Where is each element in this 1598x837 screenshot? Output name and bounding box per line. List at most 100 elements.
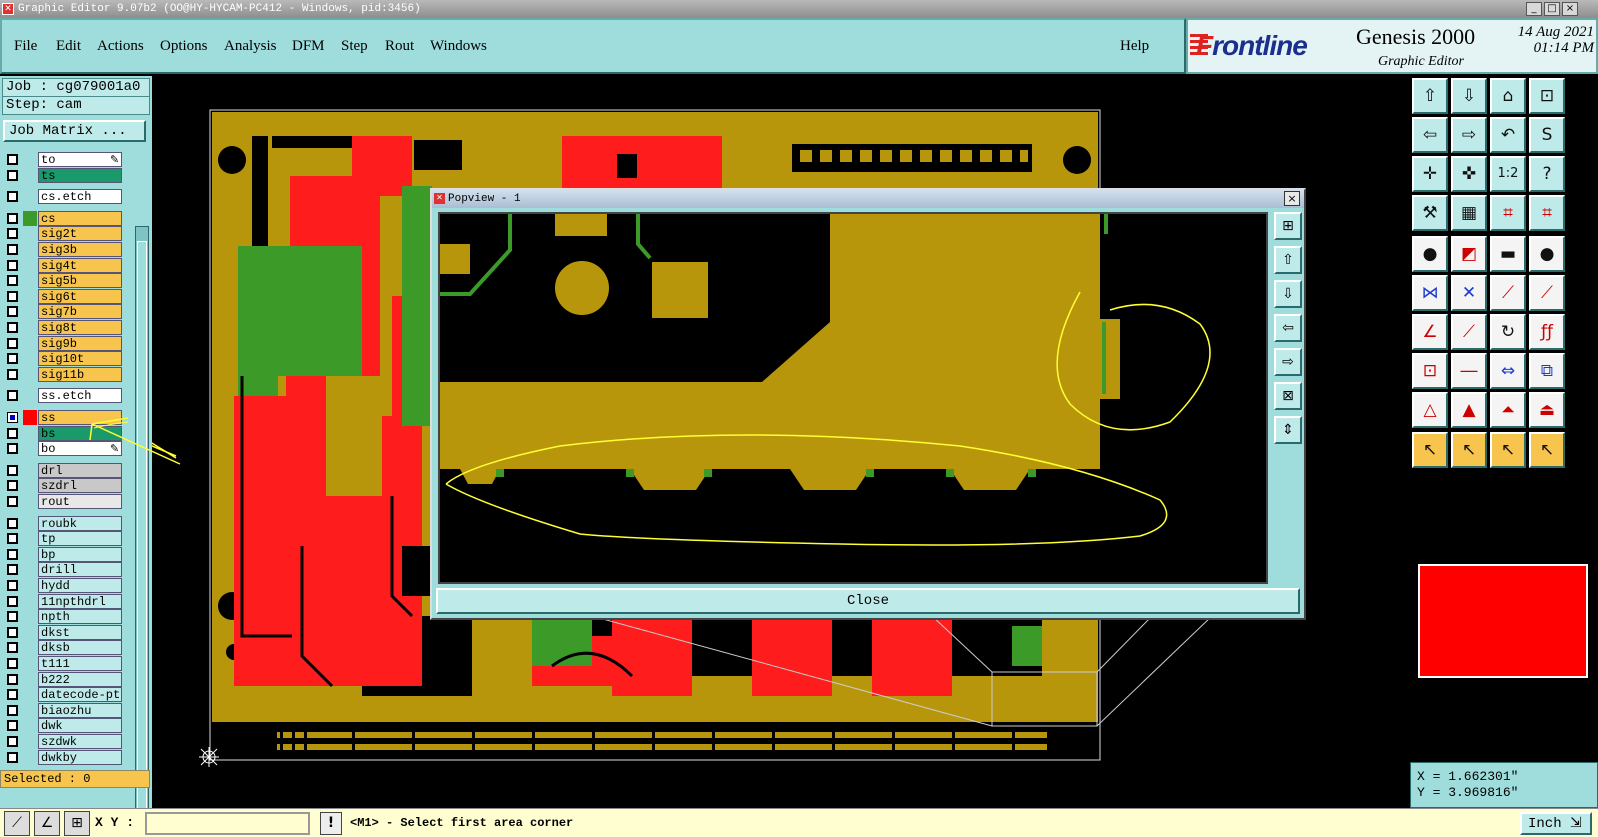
menu-edit[interactable]: Edit bbox=[56, 38, 81, 55]
layer-row[interactable]: sig7b bbox=[4, 304, 122, 319]
layer-checkbox[interactable] bbox=[7, 322, 18, 333]
layer-checkbox[interactable] bbox=[7, 213, 18, 224]
rotate-icon[interactable]: ↻ bbox=[1490, 314, 1526, 350]
layer-row[interactable]: szdwk bbox=[4, 734, 122, 749]
layer-checkbox[interactable] bbox=[7, 658, 18, 669]
layer-name[interactable]: sig7b bbox=[38, 304, 122, 319]
popview-close-button[interactable]: Close bbox=[436, 588, 1300, 614]
maximize-button[interactable]: □ bbox=[1544, 2, 1560, 16]
layer-row[interactable]: cs.etch bbox=[4, 189, 122, 204]
popview-zoom-in-icon[interactable]: ⊞ bbox=[1274, 212, 1302, 240]
job-matrix-button[interactable]: Job Matrix ... bbox=[3, 120, 146, 142]
layer-row[interactable]: tp bbox=[4, 531, 122, 546]
layer-name[interactable]: rout bbox=[38, 494, 122, 509]
layer-scrollbar-thumb[interactable] bbox=[137, 241, 147, 829]
layer-name[interactable]: tp bbox=[38, 531, 122, 546]
layer-name[interactable]: sig3b bbox=[38, 242, 122, 257]
layer-name[interactable]: sig9b bbox=[38, 336, 122, 351]
menu-step[interactable]: Step bbox=[341, 38, 368, 55]
group-icon[interactable]: ⧉ bbox=[1529, 353, 1565, 389]
select-pad-icon[interactable]: ● bbox=[1412, 236, 1448, 272]
window-title-bar[interactable]: ✕ Graphic Editor 9.07b2 (OO@HY-HYCAM-PC4… bbox=[0, 0, 1598, 18]
layer-name[interactable]: ss.etch bbox=[38, 388, 122, 403]
layer-checkbox[interactable] bbox=[7, 518, 18, 529]
layer-name[interactable]: cs.etch bbox=[38, 189, 122, 204]
snap-mode-icon[interactable]: ⟋ bbox=[4, 811, 30, 836]
stretch-icon[interactable]: ⟋ bbox=[1529, 275, 1565, 311]
layer-row[interactable]: dksb bbox=[4, 640, 122, 655]
undo-view-icon[interactable]: ↶ bbox=[1490, 117, 1526, 153]
layer-row[interactable]: sig8t bbox=[4, 320, 122, 335]
layer-row[interactable]: szdrl bbox=[4, 478, 122, 493]
snap-center-icon[interactable]: ⌗ bbox=[1529, 195, 1565, 231]
layer-name[interactable]: hydd bbox=[38, 578, 122, 593]
layer-row[interactable]: bp bbox=[4, 547, 122, 562]
grid-icon[interactable]: ▦ bbox=[1451, 195, 1487, 231]
menu-actions[interactable]: Actions bbox=[97, 38, 144, 55]
pointer-box-icon[interactable]: ↖ bbox=[1451, 432, 1487, 468]
add-pad-icon[interactable]: ● bbox=[1529, 236, 1565, 272]
layer-checkbox[interactable] bbox=[7, 228, 18, 239]
home-icon[interactable]: ⌂ bbox=[1490, 78, 1526, 114]
layer-checkbox[interactable] bbox=[7, 549, 18, 560]
layer-checkbox[interactable] bbox=[7, 689, 18, 700]
diagonal-icon[interactable]: ⟋ bbox=[1451, 314, 1487, 350]
layer-row[interactable]: drill bbox=[4, 562, 122, 577]
xy-input[interactable] bbox=[145, 812, 310, 835]
popview-fit-icon[interactable]: ⇕ bbox=[1274, 416, 1302, 444]
layer-name[interactable]: dwkby bbox=[38, 750, 122, 765]
layer-name[interactable]: sig8t bbox=[38, 320, 122, 335]
layer-row[interactable]: datecode-pto bbox=[4, 687, 122, 702]
menu-file[interactable]: File bbox=[14, 38, 37, 55]
layer-checkbox[interactable] bbox=[7, 353, 18, 364]
warning-button[interactable]: ! bbox=[320, 812, 342, 835]
popview-zoom-out-icon[interactable]: ⊠ bbox=[1274, 382, 1302, 410]
layer-checkbox[interactable] bbox=[7, 752, 18, 763]
layer-row[interactable]: sig9b bbox=[4, 336, 122, 351]
layer-row[interactable]: dwkby bbox=[4, 750, 122, 765]
layer-checkbox[interactable] bbox=[7, 369, 18, 380]
layer-checkbox[interactable] bbox=[7, 306, 18, 317]
layer-row[interactable]: roubk bbox=[4, 516, 122, 531]
layer-checkbox[interactable] bbox=[7, 596, 18, 607]
layer-row[interactable]: biaozhu bbox=[4, 703, 122, 718]
layer-name[interactable]: biaozhu bbox=[38, 703, 122, 718]
layer-row[interactable]: cs bbox=[4, 211, 122, 226]
menu-dfm[interactable]: DFM bbox=[292, 38, 325, 55]
redraw-icon[interactable]: S bbox=[1529, 117, 1565, 153]
grid-mode-icon[interactable]: ⊞ bbox=[64, 811, 90, 836]
add-line-icon[interactable]: ◩ bbox=[1451, 236, 1487, 272]
pointer-measure-icon[interactable]: ↖ bbox=[1529, 432, 1565, 468]
layer-row[interactable]: sig4t bbox=[4, 258, 122, 273]
one-to-two-icon[interactable]: 1:2 bbox=[1490, 156, 1526, 192]
layer-row[interactable]: npth bbox=[4, 609, 122, 624]
layer-name[interactable]: ts bbox=[38, 168, 122, 183]
popview-pan-right-icon[interactable]: ⇨ bbox=[1274, 348, 1302, 376]
layer-checkbox[interactable] bbox=[7, 611, 18, 622]
minimize-button[interactable]: _ bbox=[1526, 2, 1542, 16]
layer-row[interactable]: hydd bbox=[4, 578, 122, 593]
layer-name[interactable]: sig4t bbox=[38, 258, 122, 273]
layer-checkbox[interactable] bbox=[7, 154, 18, 165]
layer-row[interactable]: rout bbox=[4, 494, 122, 509]
layer-row[interactable]: to ✎ bbox=[4, 152, 122, 167]
units-button[interactable]: Inch ⇲ bbox=[1520, 812, 1592, 835]
add-pin-icon[interactable]: ⊡ bbox=[1412, 353, 1448, 389]
pointer-select-icon[interactable]: ↖ bbox=[1490, 432, 1526, 468]
layer-row[interactable]: sig5b bbox=[4, 273, 122, 288]
view-top-icon[interactable]: ⇧ bbox=[1412, 78, 1448, 114]
layer-row[interactable]: sig3b bbox=[4, 242, 122, 257]
triangle-arrow-icon[interactable]: ⏶ bbox=[1490, 392, 1526, 428]
layer-checkbox[interactable] bbox=[7, 465, 18, 476]
layer-checkbox[interactable] bbox=[7, 705, 18, 716]
layer-checkbox[interactable] bbox=[7, 244, 18, 255]
move-line-icon[interactable]: ⟋ bbox=[1490, 275, 1526, 311]
menu-options[interactable]: Options bbox=[160, 38, 208, 55]
layer-checkbox[interactable] bbox=[7, 480, 18, 491]
zoom-box-icon[interactable]: ⊡ bbox=[1529, 78, 1565, 114]
layer-name[interactable]: sig2t bbox=[38, 226, 122, 241]
layer-checkbox[interactable] bbox=[7, 580, 18, 591]
layer-row[interactable]: sig6t bbox=[4, 289, 122, 304]
menu-help[interactable]: Help bbox=[1120, 38, 1149, 55]
popview-close-icon[interactable]: × bbox=[1284, 191, 1300, 206]
